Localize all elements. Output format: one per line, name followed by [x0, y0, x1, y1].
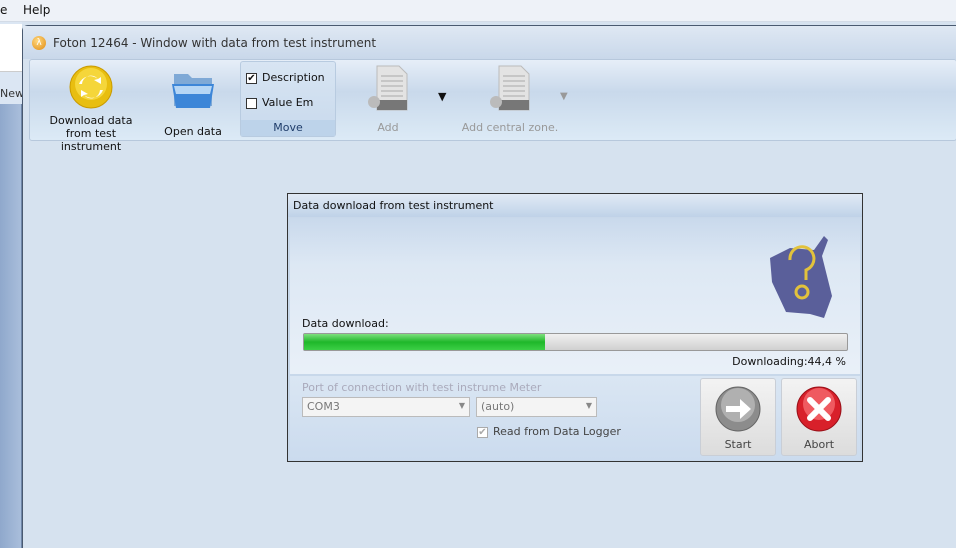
dialog-controls-panel: Port of connection with test instrume Me… — [290, 376, 860, 460]
left-sidebar — [0, 104, 22, 548]
folder-icon — [172, 74, 214, 108]
open-data-button[interactable]: Open data — [158, 60, 228, 138]
download-dialog: Data download from test instrument Data … — [287, 193, 863, 462]
description-checkbox[interactable]: ✔ Description — [246, 71, 325, 84]
document-add-icon — [490, 65, 530, 111]
progress-label: Data download: — [302, 317, 389, 330]
chevron-down-icon: ▼ — [585, 401, 592, 410]
abort-button[interactable]: Abort — [781, 378, 857, 456]
download-status: Downloading:44,4 % — [732, 355, 846, 368]
open-data-label: Open data — [164, 125, 222, 138]
add-label: Add — [377, 121, 399, 134]
speed-value: (auto) — [481, 400, 515, 413]
progress-fill — [304, 334, 546, 350]
app-lambda-icon: λ — [32, 36, 46, 50]
checkbox-checked-icon: ✔ — [246, 72, 257, 84]
add-dropdown-arrow-icon[interactable]: ▼ — [438, 90, 446, 103]
close-icon — [796, 386, 842, 432]
instrument-question-icon — [770, 236, 832, 318]
checkbox-checked-icon: ✔ — [477, 426, 488, 438]
port-label: Port of connection with test instrume Me… — [302, 381, 542, 394]
menu-bar: e Help — [0, 0, 956, 22]
menu-item-partial[interactable]: e — [0, 3, 7, 17]
sync-icon — [69, 65, 113, 109]
add-button[interactable]: Add — [360, 60, 416, 134]
ribbon-toolbar: Download data from test instrument Open … — [29, 59, 956, 153]
dialog-title: Data download from test instrument — [288, 194, 862, 217]
dialog-progress-panel: Data download: Downloading:44,4 % — [290, 218, 860, 374]
description-label: Description — [262, 71, 325, 84]
download-data-label: Download data from test instrument — [49, 114, 133, 153]
move-group: ✔ Description Value Em Move — [240, 61, 336, 137]
abort-label: Abort — [803, 438, 835, 451]
start-button[interactable]: Start — [700, 378, 776, 456]
move-group-label: Move — [241, 120, 335, 136]
download-progress-bar — [303, 333, 848, 351]
add-central-zone-button[interactable]: Add central zone. — [460, 60, 560, 134]
document-add-icon — [368, 65, 408, 111]
read-logger-label: Read from Data Logger — [493, 425, 621, 438]
checkbox-unchecked-icon — [246, 97, 257, 109]
window-titlebar: λ Foton 12464 - Window with data from te… — [23, 26, 956, 59]
arrow-right-icon — [715, 386, 761, 432]
start-label: Start — [724, 438, 752, 451]
left-panel-white-area — [0, 24, 22, 72]
chevron-down-icon: ▼ — [458, 401, 465, 410]
speed-select[interactable]: (auto) ▼ — [476, 397, 597, 417]
value-em-label: Value Em — [262, 96, 314, 109]
read-logger-checkbox[interactable]: ✔ Read from Data Logger — [477, 425, 621, 438]
port-value: COM3 — [307, 400, 340, 413]
download-data-button[interactable]: Download data from test instrument — [36, 60, 146, 153]
port-select[interactable]: COM3 ▼ — [302, 397, 470, 417]
new-tab[interactable]: New — [0, 87, 24, 100]
add-central-zone-dropdown-arrow-icon[interactable]: ▼ — [560, 91, 568, 102]
add-central-zone-label: Add central zone. — [461, 121, 559, 134]
window-title: Foton 12464 - Window with data from test… — [53, 36, 377, 50]
menu-help[interactable]: Help — [23, 3, 50, 17]
value-em-checkbox[interactable]: Value Em — [246, 96, 313, 109]
